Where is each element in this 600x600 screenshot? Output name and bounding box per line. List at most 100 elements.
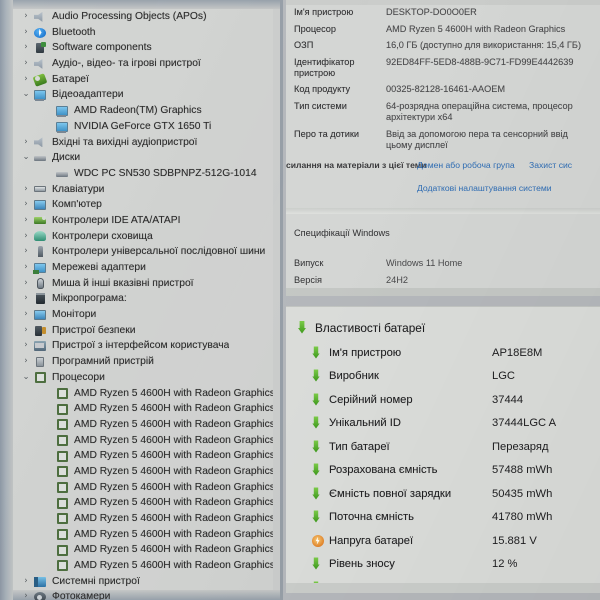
device-tree-item[interactable]: ⌄ Процесори (13, 370, 273, 386)
chevron-right-icon[interactable]: › (19, 72, 33, 88)
device-tree-item-label: NVIDIA GeForce GTX 1650 Ti (74, 120, 212, 132)
device-tree-item[interactable]: ⌄ Відеоадаптери (13, 87, 273, 103)
device-spec-value: AMD Ryzen 5 4600H with Radeon Graphics (386, 23, 566, 34)
device-tree-item[interactable]: · AMD Ryzen 5 4600H with Radeon Graphics (13, 495, 273, 511)
chevron-right-icon[interactable]: › (19, 40, 33, 56)
device-tree-item-label: AMD Ryzen 5 4600H with Radeon Graphics (74, 387, 273, 399)
speaker-icon (33, 11, 48, 23)
device-tree-item[interactable]: · AMD Ryzen 5 4600H with Radeon Graphics (13, 433, 273, 449)
device-tree-item[interactable]: › Контролери IDE ATA/ATAPI (13, 213, 273, 229)
device-tree-item[interactable]: ⌄ Диски (13, 150, 273, 166)
chevron-down-icon[interactable]: ⌄ (19, 87, 33, 103)
device-tree-item[interactable]: · AMD Ryzen 5 4600H with Radeon Graphics (13, 401, 273, 417)
tree-spacer: · (41, 527, 55, 543)
chevron-right-icon[interactable]: › (19, 260, 33, 276)
windows-specifications-title: Специфікації Windows (294, 228, 390, 238)
device-tree-item[interactable]: › Миша й інші вказівні пристрої (13, 276, 273, 292)
chevron-right-icon[interactable]: › (19, 574, 33, 590)
device-tree-item[interactable]: › Мікропрограма: (13, 291, 273, 307)
chevron-right-icon[interactable]: › (19, 354, 33, 370)
processor-icon (55, 419, 70, 431)
device-tree-item-label: AMD Ryzen 5 4600H with Radeon Graphics (74, 434, 273, 446)
device-tree-item-label: Контролери сховища (52, 230, 153, 242)
chevron-right-icon[interactable]: › (19, 276, 33, 292)
device-tree-item[interactable]: › Контролери універсальної послідовної ши… (13, 244, 273, 260)
device-tree-item[interactable]: · AMD Ryzen 5 4600H with Radeon Graphics (13, 527, 273, 543)
device-tree-item[interactable]: › Комп'ютер (13, 197, 273, 213)
device-tree-item[interactable]: · AMD Radeon(TM) Graphics (13, 103, 273, 119)
link-system-protection[interactable]: Захист сис (529, 160, 572, 170)
chevron-right-icon[interactable]: › (19, 213, 33, 229)
chevron-right-icon[interactable]: › (19, 25, 33, 41)
camera-icon (33, 591, 48, 600)
device-tree-item[interactable]: · WDC PC SN530 SDBPNPZ-512G-1014 (13, 166, 273, 182)
chevron-right-icon[interactable]: › (19, 197, 33, 213)
device-tree-item-label: AMD Ryzen 5 4600H with Radeon Graphics (74, 403, 273, 415)
battery-property-label: Серійний номер (329, 393, 413, 406)
device-tree-item[interactable]: · AMD Ryzen 5 4600H with Radeon Graphics (13, 542, 273, 558)
device-tree-item[interactable]: · AMD Ryzen 5 4600H with Radeon Graphics (13, 386, 273, 402)
chevron-right-icon[interactable]: › (19, 9, 33, 25)
device-tree-item[interactable]: › Програмний пристрій (13, 354, 273, 370)
device-tree-item-label: AMD Ryzen 5 4600H with Radeon Graphics (74, 481, 273, 493)
chevron-down-icon[interactable]: ⌄ (19, 150, 33, 166)
chevron-right-icon[interactable]: › (19, 307, 33, 323)
device-tree-item[interactable]: › Мережеві адаптери (13, 260, 273, 276)
chevron-right-icon[interactable]: › (19, 182, 33, 198)
device-tree-item[interactable]: · AMD Ryzen 5 4600H with Radeon Graphics (13, 448, 273, 464)
battery-property-row: Серійний номер 37444 (296, 388, 600, 412)
chevron-right-icon[interactable]: › (19, 589, 33, 600)
chevron-right-icon[interactable]: › (19, 244, 33, 260)
chevron-down-icon[interactable]: ⌄ (19, 370, 33, 386)
battery-property-label: Тип батареї (329, 440, 390, 453)
device-tree-item[interactable]: › Audio Processing Objects (APOs) (13, 9, 273, 25)
device-spec-row: Ім'я пристрою DESKTOP-DO0O0ER (294, 7, 600, 18)
device-tree-item-label: WDC PC SN530 SDBPNPZ-512G-1014 (74, 167, 257, 179)
green-arrow-icon (296, 320, 312, 335)
chevron-right-icon[interactable]: › (19, 291, 33, 307)
device-tree-item[interactable]: · AMD Ryzen 5 4600H with Radeon Graphics (13, 480, 273, 496)
battery-property-value: 57488 mWh (492, 464, 553, 477)
chevron-right-icon[interactable]: › (19, 323, 33, 339)
device-tree-item-label: AMD Ryzen 5 4600H with Radeon Graphics (74, 560, 273, 572)
device-tree-item[interactable]: › Системні пристрої (13, 574, 273, 590)
link-advanced-system-settings[interactable]: Додаткові налаштування системи (417, 183, 552, 193)
chevron-right-icon[interactable]: › (19, 338, 33, 354)
device-tree-item[interactable]: › Bluetooth (13, 25, 273, 41)
chevron-right-icon[interactable]: › (19, 135, 33, 151)
device-tree-item-label: Контролери IDE ATA/ATAPI (52, 214, 181, 226)
device-tree-item[interactable]: › Вхідні та вихідні аудіопристрої (13, 135, 273, 151)
device-tree-item[interactable]: › Пристрої з інтерфейсом користувача (13, 338, 273, 354)
device-tree-item[interactable]: › Батареї (13, 72, 273, 88)
device-tree-item[interactable]: · AMD Ryzen 5 4600H with Radeon Graphics (13, 417, 273, 433)
battery-property-value: Перезаряд (492, 440, 549, 453)
chevron-right-icon[interactable]: › (19, 229, 33, 245)
battery-property-row: Ім'я пристрою AP18E8M (296, 341, 600, 365)
tree-spacer: · (41, 103, 55, 119)
display-adapter-icon (33, 89, 48, 102)
device-tree-item[interactable]: › Контролери сховища (13, 229, 273, 245)
device-spec-row: Перо та дотики Ввід за допомогою пера та … (294, 129, 600, 151)
device-tree-item[interactable]: › Пристрої безпеки (13, 323, 273, 339)
device-tree-item[interactable]: · AMD Ryzen 5 4600H with Radeon Graphics (13, 464, 273, 480)
device-tree-item[interactable]: · NVIDIA GeForce GTX 1650 Ti (13, 119, 273, 135)
green-arrow-icon (310, 346, 326, 360)
device-tree-item[interactable]: › Клавіатури (13, 182, 273, 198)
green-arrow-icon (310, 463, 326, 477)
device-tree[interactable]: › Audio Processing Objects (APOs) › Bluetoo… (13, 9, 273, 600)
device-spec-value: 00325-82128-16461-AAOEM (386, 84, 506, 95)
device-specifications-list: Ім'я пристрою DESKTOP-DO0O0ER Процесор AMD … (294, 7, 600, 156)
device-tree-item[interactable]: · AMD Ryzen 5 4600H with Radeon Graphics (13, 558, 273, 574)
monitor-icon (33, 309, 48, 321)
device-tree-item[interactable]: › Software components (13, 40, 273, 56)
device-tree-item[interactable]: › Фотокамери (13, 589, 273, 600)
device-tree-item-label: Миша й інші вказівні пристрої (52, 277, 194, 289)
green-arrow-icon (310, 557, 326, 571)
device-tree-item[interactable]: › Монітори (13, 307, 273, 323)
device-tree-item[interactable]: › Аудіо-, відео- та ігрові пристрої (13, 56, 273, 72)
battery-property-label: Ім'я пристрою (329, 346, 402, 359)
related-links-heading: силання на матеріали з цієї теми (286, 160, 427, 170)
link-domain-or-workgroup[interactable]: Домен або робоча група (417, 160, 515, 170)
device-tree-item[interactable]: · AMD Ryzen 5 4600H with Radeon Graphics (13, 511, 273, 527)
chevron-right-icon[interactable]: › (19, 56, 33, 72)
